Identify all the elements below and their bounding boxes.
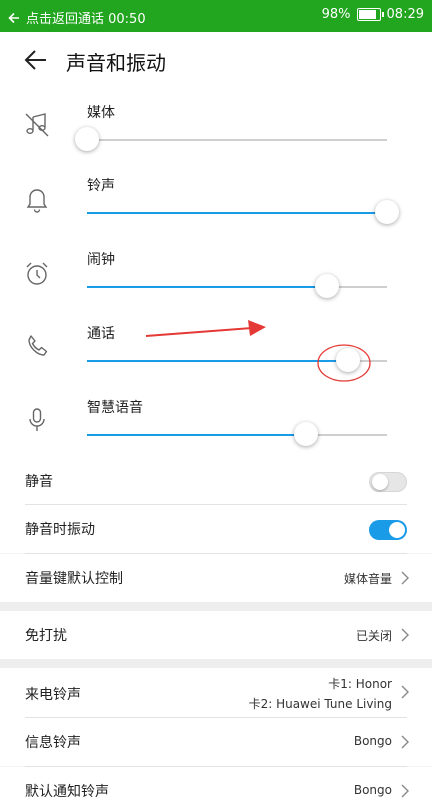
vibrate-on-mute-label: 静音时振动 bbox=[25, 522, 95, 538]
ringtone-row[interactable]: 来电铃声 卡1: Honor 卡2: Huawei Tune Living bbox=[0, 668, 432, 718]
toggle-knob bbox=[389, 522, 405, 538]
volume-slider-ringtone[interactable] bbox=[87, 200, 399, 224]
volume-row-alarm: 闹钟 bbox=[0, 249, 432, 321]
battery-percent: 98% bbox=[321, 7, 351, 22]
battery-icon bbox=[356, 8, 384, 21]
volume-key-row[interactable]: 音量键默认控制 媒体音量 bbox=[0, 554, 432, 602]
volume-thumb[interactable] bbox=[75, 127, 99, 151]
notification-tone-row[interactable]: 默认通知铃声 Bongo bbox=[0, 767, 432, 804]
vibrate-on-mute-toggle[interactable] bbox=[369, 520, 407, 540]
vibrate-on-mute-row[interactable]: 静音时振动 bbox=[0, 505, 432, 553]
chevron-right-icon bbox=[401, 784, 409, 798]
chevron-right-icon bbox=[401, 628, 409, 642]
section-gap bbox=[0, 602, 432, 611]
volume-row-ringtone: 铃声 bbox=[0, 175, 432, 247]
alarm-clock-icon bbox=[26, 262, 48, 285]
chevron-right-icon bbox=[401, 571, 409, 585]
volume-fill bbox=[87, 212, 387, 214]
status-right: 98% 08:29 bbox=[322, 7, 424, 22]
back-button[interactable] bbox=[22, 46, 50, 74]
volume-label-alarm: 闹钟 bbox=[87, 252, 115, 268]
message-tone-value: Bongo bbox=[353, 734, 392, 748]
message-tone-label: 信息铃声 bbox=[25, 735, 81, 751]
bell-icon bbox=[26, 189, 48, 213]
mute-toggle[interactable] bbox=[369, 472, 407, 492]
notification-tone-value: Bongo bbox=[353, 783, 392, 797]
volume-thumb[interactable] bbox=[294, 422, 318, 446]
volume-row-media: 媒体 bbox=[0, 102, 432, 174]
page-title: 声音和振动 bbox=[66, 51, 166, 75]
mute-label: 静音 bbox=[25, 474, 53, 490]
volume-fill bbox=[87, 434, 306, 436]
return-to-call-text: 点击返回通话 00:50 bbox=[26, 12, 146, 27]
volume-slider-media[interactable] bbox=[75, 127, 387, 151]
back-arrow-icon bbox=[8, 12, 19, 23]
section-gap bbox=[0, 659, 432, 668]
volume-thumb[interactable] bbox=[336, 348, 360, 372]
volume-label-smart-voice: 智慧语音 bbox=[87, 400, 143, 416]
volume-key-label: 音量键默认控制 bbox=[25, 571, 123, 587]
volume-fill bbox=[87, 360, 348, 362]
volume-section: 媒体 铃声 闹钟 通话 智慧语音 bbox=[0, 88, 432, 460]
volume-slider-alarm[interactable] bbox=[87, 274, 387, 298]
volume-slider-call[interactable] bbox=[87, 348, 387, 372]
chevron-right-icon bbox=[401, 735, 409, 749]
dnd-value: 已关闭 bbox=[355, 629, 392, 643]
status-bar: 点击返回通话 00:50 98% 08:29 bbox=[0, 0, 432, 32]
volume-row-call: 通话 bbox=[0, 323, 432, 395]
ringtone-value-sim2: 卡2: Huawei Tune Living bbox=[248, 697, 392, 711]
phone-icon bbox=[28, 335, 48, 356]
return-to-call[interactable]: 点击返回通话 00:50 bbox=[8, 8, 146, 27]
volume-label-call: 通话 bbox=[87, 326, 115, 342]
microphone-icon bbox=[29, 408, 45, 431]
toggle-knob bbox=[372, 474, 388, 490]
dnd-label: 免打扰 bbox=[25, 628, 67, 644]
dnd-row[interactable]: 免打扰 已关闭 bbox=[0, 611, 432, 659]
volume-thumb[interactable] bbox=[375, 200, 399, 224]
app-header: 声音和振动 bbox=[0, 32, 432, 88]
clock: 08:29 bbox=[386, 7, 424, 22]
volume-label-ringtone: 铃声 bbox=[87, 178, 115, 194]
mute-row[interactable]: 静音 bbox=[0, 457, 432, 505]
music-off-icon bbox=[25, 113, 49, 137]
volume-fill bbox=[87, 286, 327, 288]
chevron-right-icon bbox=[401, 685, 409, 699]
message-tone-row[interactable]: 信息铃声 Bongo bbox=[0, 718, 432, 766]
ringtone-label: 来电铃声 bbox=[25, 687, 81, 703]
notification-tone-label: 默认通知铃声 bbox=[25, 784, 109, 800]
volume-thumb[interactable] bbox=[315, 274, 339, 298]
volume-key-value: 媒体音量 bbox=[343, 572, 392, 586]
volume-slider-smart-voice[interactable] bbox=[87, 422, 387, 446]
volume-label-media: 媒体 bbox=[87, 105, 115, 121]
ringtone-value-sim1: 卡1: Honor bbox=[328, 677, 392, 691]
